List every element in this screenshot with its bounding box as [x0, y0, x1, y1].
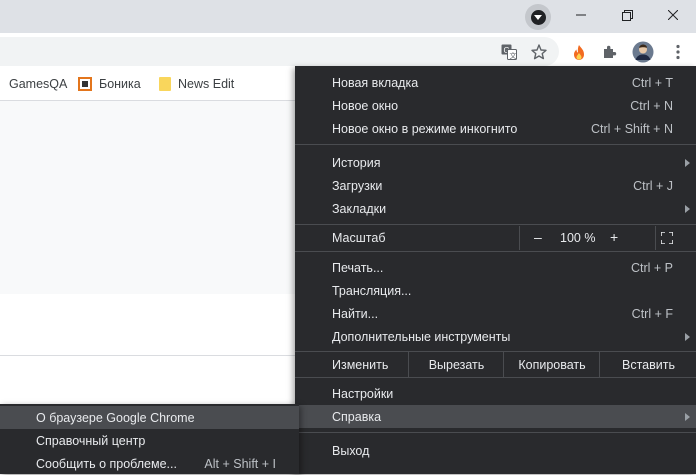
submenu-item-report-issue[interactable]: Сообщить о проблеме... Alt + Shift + I: [0, 452, 299, 475]
bookmark-news-edit[interactable]: News Edit: [159, 77, 234, 91]
menu-item-cast[interactable]: Трансляция...: [295, 279, 696, 302]
menu-separator: [295, 251, 696, 252]
fullscreen-icon: [661, 232, 673, 244]
menu-separator: [295, 432, 696, 433]
close-icon: [668, 10, 678, 20]
fullscreen-button[interactable]: [655, 226, 696, 250]
copy-button[interactable]: Копировать: [503, 352, 600, 377]
menu-item-more-tools[interactable]: Дополнительные инструменты: [295, 325, 696, 348]
folder-icon: [159, 77, 171, 91]
minimize-button[interactable]: [558, 0, 604, 30]
bookmark-label: News Edit: [178, 77, 235, 91]
puzzle-icon[interactable]: [599, 41, 621, 63]
restore-button[interactable]: [604, 0, 650, 30]
chevron-right-icon: [685, 332, 690, 341]
menu-item-incognito[interactable]: Новое окно в режиме инкогнито Ctrl + Shi…: [295, 117, 696, 140]
menu-item-exit[interactable]: Выход: [295, 439, 696, 462]
star-icon[interactable]: [528, 41, 550, 63]
chevron-right-icon: [685, 204, 690, 213]
menu-item-find[interactable]: Найти... Ctrl + F: [295, 302, 696, 325]
avatar[interactable]: [632, 41, 654, 63]
kebab-menu-icon[interactable]: [667, 41, 689, 63]
submenu-item-help-center[interactable]: Справочный центр: [0, 429, 299, 452]
bookmark-label: GamesQA: [9, 77, 68, 91]
cut-button[interactable]: Вырезать: [408, 352, 504, 377]
menu-item-print[interactable]: Печать... Ctrl + P: [295, 256, 696, 279]
tab-search-icon[interactable]: [525, 4, 551, 30]
restore-icon: [621, 9, 633, 21]
minimize-icon: [576, 14, 586, 16]
menu-separator: [295, 224, 696, 225]
bookmark-label: Боника: [99, 77, 141, 91]
menu-item-settings[interactable]: Настройки: [295, 382, 696, 405]
menu-item-help[interactable]: Справка: [295, 405, 696, 428]
bookmark-bonika[interactable]: Боника: [78, 77, 141, 91]
zoom-in-button[interactable]: +: [610, 229, 618, 245]
bonika-favicon-icon: [78, 77, 92, 91]
zoom-controls: – 100 % +: [519, 226, 656, 250]
bookmark-gamesqa[interactable]: GamesQA: [9, 77, 67, 91]
fire-extension-icon[interactable]: [568, 41, 590, 63]
chrome-main-menu: Новая вкладка Ctrl + T Новое окно Ctrl +…: [295, 66, 696, 474]
chevron-right-icon: [685, 158, 690, 167]
menu-item-new-window[interactable]: Новое окно Ctrl + N: [295, 94, 696, 117]
translate-icon[interactable]: G文: [498, 41, 520, 63]
menu-item-new-tab[interactable]: Новая вкладка Ctrl + T: [295, 71, 696, 94]
svg-text:文: 文: [510, 51, 517, 60]
title-bar: [0, 0, 696, 33]
help-submenu: О браузере Google Chrome Справочный цент…: [0, 404, 299, 474]
menu-item-downloads[interactable]: Загрузки Ctrl + J: [295, 174, 696, 197]
zoom-level: 100 %: [560, 231, 596, 245]
chevron-right-icon: [685, 412, 690, 421]
zoom-row: Масштаб – 100 % +: [295, 226, 696, 250]
menu-item-history[interactable]: История: [295, 151, 696, 174]
address-bar[interactable]: [0, 37, 559, 66]
menu-separator: [295, 377, 696, 378]
menu-item-bookmarks[interactable]: Закладки: [295, 197, 696, 220]
zoom-out-button[interactable]: –: [534, 229, 542, 245]
menu-separator: [295, 144, 696, 145]
divider: [0, 355, 300, 356]
submenu-item-about-chrome[interactable]: О браузере Google Chrome: [0, 406, 299, 429]
close-button[interactable]: [650, 0, 696, 30]
paste-button[interactable]: Вставить: [599, 352, 696, 377]
edit-row: Изменить Вырезать Копировать Вставить: [295, 352, 696, 377]
